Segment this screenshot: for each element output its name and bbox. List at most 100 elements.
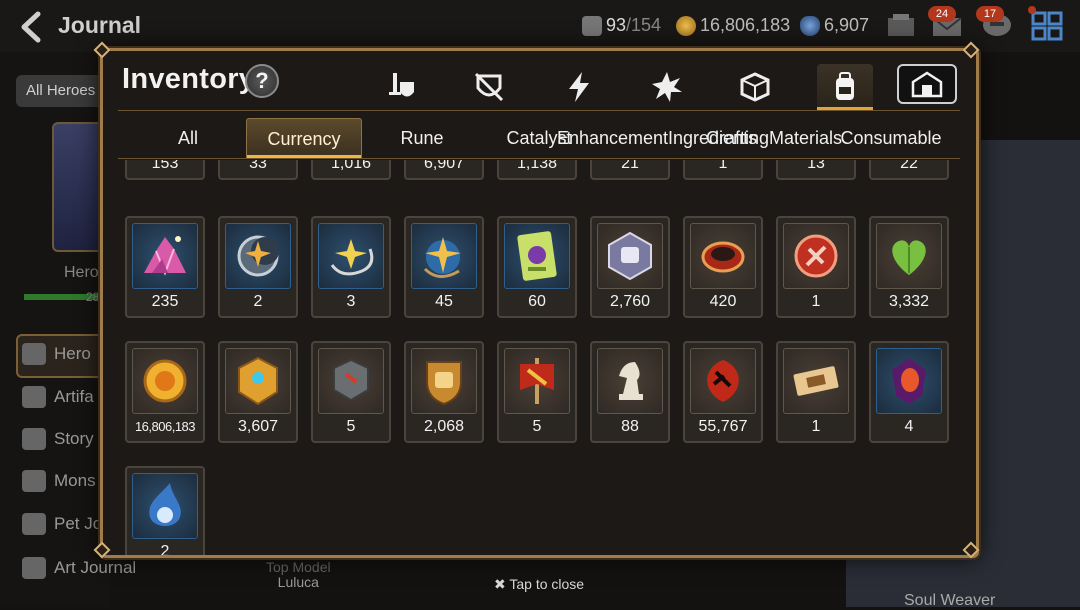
item-count: 1 — [811, 293, 821, 310]
inventory-slot[interactable]: 2,068 — [404, 341, 484, 443]
red-badge-icon — [794, 234, 838, 278]
inventory-slot[interactable]: 13 — [776, 160, 856, 180]
stamina-value: 93 — [606, 15, 627, 35]
war-banner-icon — [520, 358, 554, 404]
stamina-display[interactable]: 93 /154 — [582, 15, 661, 36]
inventory-slot[interactable]: 22 — [869, 160, 949, 180]
starburst-icon — [652, 72, 682, 102]
mail-badge: 24 — [928, 6, 956, 22]
slot-icon-frame — [411, 348, 477, 414]
inventory-slot[interactable]: 2 — [218, 216, 298, 318]
grid-menu-icon[interactable] — [1030, 10, 1064, 42]
broken-shield-icon — [474, 72, 504, 102]
tab-artifact[interactable] — [461, 64, 517, 110]
menu-item-pet[interactable]: Pet Jo — [22, 513, 102, 535]
tab-material[interactable] — [727, 64, 783, 110]
blue-flame-icon — [149, 483, 181, 526]
soul-weaver-label: Soul Weaver — [904, 592, 996, 609]
skystone-display[interactable]: 6,907 — [800, 15, 869, 36]
inventory-slot[interactable]: 1 — [776, 341, 856, 443]
inventory-slot[interactable]: 235 — [125, 216, 205, 318]
shop-icon[interactable] — [884, 10, 918, 42]
inventory-slot[interactable]: 153 — [125, 160, 205, 180]
inventory-slot[interactable]: 5 — [311, 341, 391, 443]
subtab-currency[interactable]: Currency — [246, 118, 362, 158]
subtab-divider — [118, 158, 960, 159]
inventory-slot[interactable]: 16,806,183 — [125, 341, 205, 443]
lightning-icon — [22, 386, 46, 408]
tab-catalyst[interactable] — [639, 64, 695, 110]
hero-icon — [22, 343, 46, 365]
subtab-enhancement-ingredients[interactable]: Enhancement Ingredients — [557, 118, 757, 158]
item-count: 6,907 — [423, 160, 465, 172]
inventory-slot[interactable]: 3 — [311, 216, 391, 318]
inventory-slot[interactable]: 6,907 — [404, 160, 484, 180]
item-count: 1 — [718, 160, 728, 172]
item-count: 2,068 — [423, 418, 465, 435]
tab-skill[interactable] — [551, 64, 607, 110]
inventory-slot[interactable]: 21 — [590, 160, 670, 180]
subtab-rune[interactable]: Rune — [364, 118, 480, 158]
slot-icon-frame — [132, 348, 198, 414]
gold-medal-icon — [238, 356, 278, 406]
all-heroes-filter[interactable]: All Heroes — [16, 75, 106, 107]
item-count: 2 — [160, 543, 170, 555]
purple-gem-icon — [892, 358, 926, 404]
item-count: 60 — [528, 293, 546, 310]
help-button[interactable]: ? — [245, 64, 279, 98]
item-count: 88 — [621, 418, 639, 435]
back-arrow-icon[interactable] — [16, 10, 46, 44]
inventory-slot[interactable]: 1,016 — [311, 160, 391, 180]
menu-item-story[interactable]: Story — [22, 428, 94, 450]
inventory-slot[interactable]: 5 — [497, 341, 577, 443]
inventory-slot[interactable]: 3,607 — [218, 341, 298, 443]
dice-icon — [740, 72, 770, 102]
skystone-value: 6,907 — [824, 15, 870, 35]
stamina-max: /154 — [626, 15, 662, 35]
menu-item-hero[interactable]: Hero — [22, 343, 91, 365]
gold-display[interactable]: 16,806,183 — [676, 15, 790, 36]
slot-icon-frame — [318, 223, 384, 289]
tab-equipment[interactable] — [373, 64, 429, 110]
inventory-slot[interactable]: 420 — [683, 216, 763, 318]
inventory-slot[interactable]: 4 — [869, 341, 949, 443]
inventory-slot[interactable]: 1 — [683, 160, 763, 180]
inventory-slot[interactable]: 88 — [590, 341, 670, 443]
ticket-icon — [793, 366, 839, 396]
backpack-icon — [836, 72, 854, 100]
menu-item-art-journal[interactable]: Art Journal — [22, 557, 136, 579]
menu-item-artifact[interactable]: Artifa — [22, 386, 94, 408]
tab-divider — [118, 110, 960, 111]
inventory-slot[interactable]: 3,332 — [869, 216, 949, 318]
subtab-consumable[interactable]: Consumable — [833, 118, 949, 158]
fist-shield-icon — [426, 361, 462, 406]
close-hint[interactable]: ✖ Tap to close — [494, 576, 584, 593]
chess-knight-icon — [619, 362, 643, 400]
stamina-icon — [582, 15, 602, 36]
inventory-slot[interactable]: 45 — [404, 216, 484, 318]
stone-block-icon — [333, 358, 369, 402]
item-grid[interactable]: 153 33 1,016 6,907 1,138 21 1 13 22 235 2 3 45 60 2,76… — [118, 160, 960, 555]
item-count: 1 — [811, 418, 821, 435]
inventory-slot[interactable]: 1,138 — [497, 160, 577, 180]
inventory-slot[interactable]: 2,760 — [590, 216, 670, 318]
inventory-slot[interactable]: 55,767 — [683, 341, 763, 443]
sword-shield-icon — [389, 73, 414, 97]
slot-icon-frame — [132, 473, 198, 539]
item-count: 33 — [249, 160, 267, 172]
paw-icon — [22, 513, 46, 535]
top-model: Top Model Luluca — [266, 559, 331, 590]
item-count: 2,760 — [609, 293, 651, 310]
slot-icon-frame — [783, 348, 849, 414]
menu-item-monster[interactable]: Mons — [22, 470, 96, 492]
subtab-crafting-materials[interactable]: Crafting Materials — [706, 118, 842, 158]
subtab-all[interactable]: All — [130, 118, 246, 158]
inventory-slot[interactable]: 1 — [776, 216, 856, 318]
inventory-slot[interactable]: 2 — [125, 466, 205, 555]
storage-button[interactable] — [897, 64, 957, 104]
chat-badge: 17 — [976, 6, 1004, 22]
inventory-slot[interactable]: 60 — [497, 216, 577, 318]
tab-items[interactable] — [817, 64, 873, 110]
palette-icon — [22, 557, 46, 579]
inventory-slot[interactable]: 33 — [218, 160, 298, 180]
